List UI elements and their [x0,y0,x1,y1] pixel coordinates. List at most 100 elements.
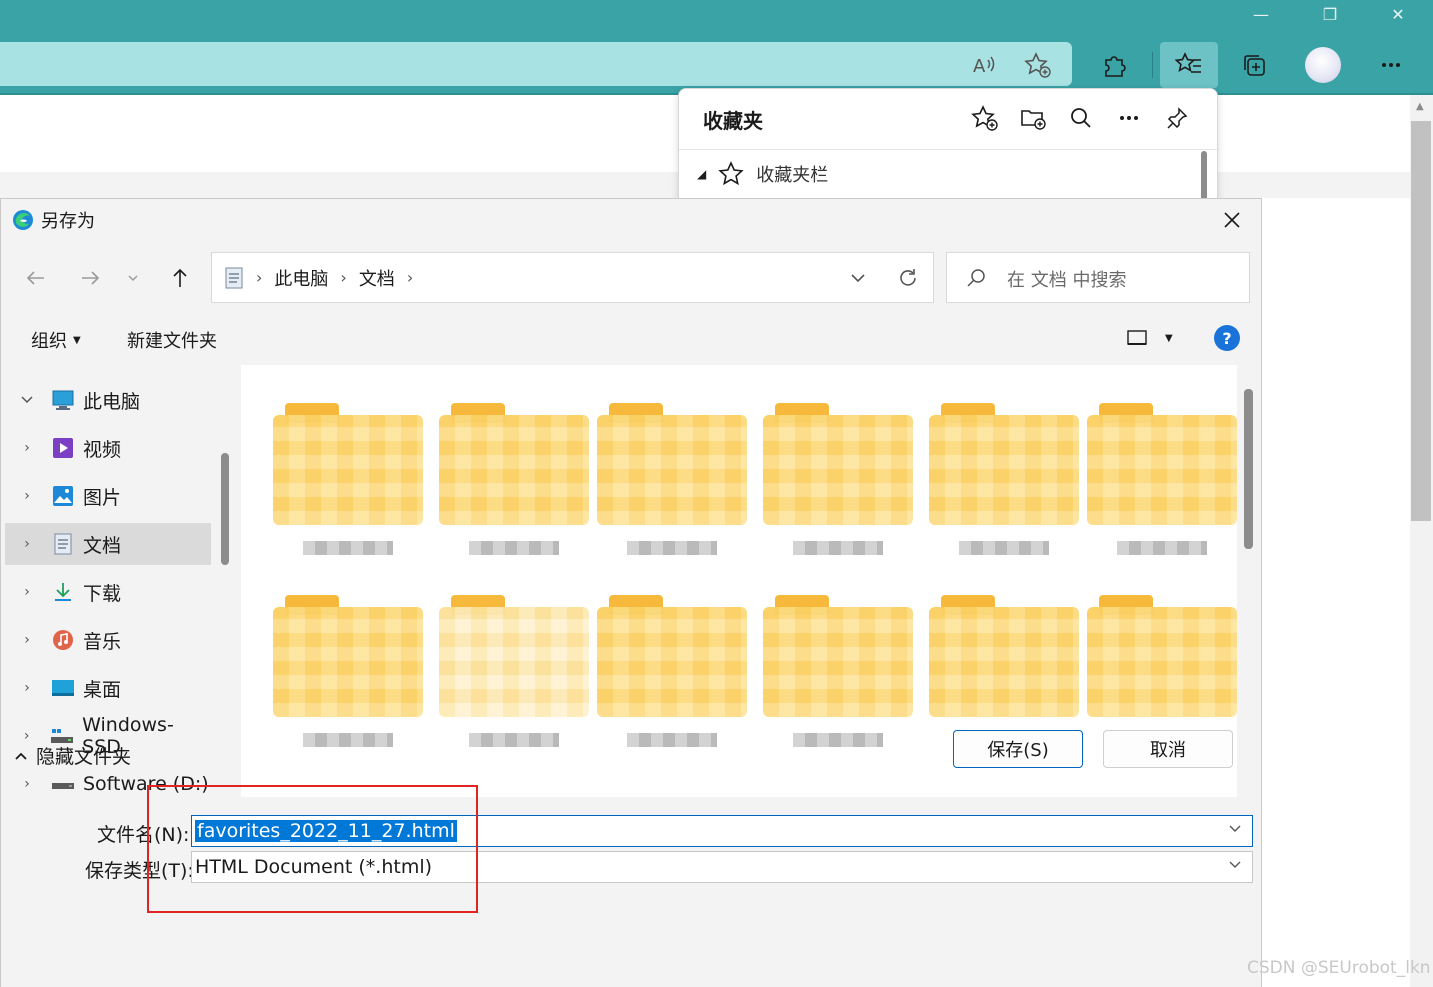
up-button[interactable] [165,263,195,293]
more-icon[interactable] [1371,45,1411,85]
folder-item[interactable] [763,583,913,773]
add-favorite-icon[interactable] [1018,45,1058,85]
chevron-right-icon[interactable]: › [5,584,49,600]
cancel-button[interactable]: 取消 [1103,730,1233,768]
folder-body [273,415,423,525]
chevron-right-icon[interactable]: › [5,680,49,696]
view-menu[interactable]: ▼ [1127,329,1173,347]
nav-item-music[interactable]: › 音乐 [5,619,211,661]
chevron-down-icon[interactable] [1228,822,1242,840]
breadcrumb-separator-icon[interactable]: › [340,268,346,287]
nav-item-documents[interactable]: › 文档 [5,523,211,565]
file-list [241,365,1237,797]
chevron-right-icon[interactable]: › [5,440,49,456]
chevron-down-icon[interactable] [841,261,875,295]
folder-item[interactable] [929,391,1079,581]
folder-caption-blurred [793,733,883,747]
scroll-up-icon[interactable]: ▲ [1416,101,1424,112]
folder-caption-blurred [627,541,717,555]
page-scroll-thumb[interactable] [1411,121,1431,521]
folder-caption-blurred [469,733,559,747]
browser-titlebar: — ❐ ✕ [0,0,1433,36]
chevron-right-icon[interactable]: › [5,536,49,552]
hide-folders-toggle[interactable]: 隐藏文件夹 [14,742,131,769]
help-button[interactable]: ? [1214,325,1240,351]
favorites-panel-title: 收藏夹 [703,109,763,133]
read-aloud-icon[interactable]: A [964,45,1004,85]
page-scrollbar[interactable]: ▲ [1410,95,1433,987]
extensions-icon[interactable] [1094,45,1134,85]
favorites-bar-folder[interactable]: ◢ 收藏夹栏 [697,159,828,189]
favorites-scrollbar[interactable] [1201,151,1207,201]
close-window-button[interactable]: ✕ [1363,0,1433,28]
nav-item-this-pc[interactable]: 此电脑 [5,379,211,421]
refresh-icon[interactable] [891,261,925,295]
back-button[interactable] [21,263,51,293]
collections-icon[interactable] [1234,45,1274,85]
new-folder-button[interactable]: 新建文件夹 [127,327,217,353]
dropdown-arrow-icon: ▼ [1165,332,1173,344]
chevron-up-icon [15,752,27,760]
recent-locations-button[interactable] [118,263,148,293]
search-placeholder: 在 文档 中搜索 [1007,270,1127,291]
music-folder-icon [49,628,77,652]
folder-item[interactable] [439,583,589,773]
folder-item[interactable] [597,391,747,581]
navigation-scrollbar[interactable] [221,453,229,565]
chevron-right-icon[interactable]: › [5,488,49,504]
folder-item[interactable] [1087,391,1237,581]
folder-item[interactable] [439,391,589,581]
nav-item-desktop[interactable]: › 桌面 [5,667,211,709]
folder-body [763,415,913,525]
pictures-folder-icon [49,484,77,508]
chevron-right-icon[interactable]: › [5,632,49,648]
breadcrumb-documents[interactable]: 文档 [359,265,395,291]
address-bar[interactable] [0,42,1072,86]
collapse-triangle-icon[interactable]: ◢ [697,167,706,181]
file-list-scrollbar[interactable] [1237,365,1261,797]
chevron-right-icon[interactable]: › [5,776,49,792]
breadcrumb-this-pc[interactable]: 此电脑 [274,265,328,291]
save-button[interactable]: 保存(S) [953,730,1083,768]
command-bar: 组织 ▼ 新建文件夹 ▼ [1,317,1261,361]
folder-item[interactable] [597,583,747,773]
folder-body [1087,607,1237,717]
file-list-scroll-thumb[interactable] [1244,389,1253,549]
favorites-actions [965,101,1197,135]
folder-body [439,607,589,717]
folder-item[interactable] [763,391,913,581]
forward-button[interactable] [75,263,105,293]
dialog-close-button[interactable] [1217,205,1247,235]
address-breadcrumb[interactable]: › 此电脑 › 文档 › [211,252,934,303]
nav-item-pictures[interactable]: › 图片 [5,475,211,517]
favorites-icon[interactable] [1160,42,1218,88]
watermark-text: CSDN @SEUrobot_lkn [1247,958,1431,978]
profile-avatar[interactable] [1305,47,1341,83]
nav-item-videos[interactable]: › 视频 [5,427,211,469]
folder-caption-blurred [627,733,717,747]
chevron-down-icon[interactable] [5,393,49,407]
chevron-down-icon[interactable] [1228,858,1242,876]
favorites-bar-label: 收藏夹栏 [756,165,829,186]
folder-body [763,607,913,717]
pin-icon[interactable] [1157,101,1197,135]
minimize-button[interactable]: — [1226,0,1296,28]
add-this-page-icon[interactable] [965,101,1005,135]
nav-item-label: 图片 [83,486,122,509]
more-options-icon[interactable] [1109,101,1149,135]
search-icon[interactable] [1061,101,1101,135]
folder-item[interactable] [273,391,423,581]
breadcrumb-separator-icon[interactable]: › [407,268,413,287]
organize-menu[interactable]: 组织 ▼ [31,327,81,353]
folder-caption-blurred [1117,541,1207,555]
nav-item-downloads[interactable]: › 下载 [5,571,211,613]
nav-item-label: 下载 [83,582,122,605]
search-box[interactable]: 在 文档 中搜索 [946,252,1250,303]
folder-body [929,415,1079,525]
nav-item-label: 文档 [83,534,122,557]
add-folder-icon[interactable] [1013,101,1053,135]
breadcrumb-separator-icon[interactable]: › [256,268,262,287]
folder-item[interactable] [273,583,423,773]
restore-button[interactable]: ❐ [1295,0,1365,28]
folder-body [1087,415,1237,525]
